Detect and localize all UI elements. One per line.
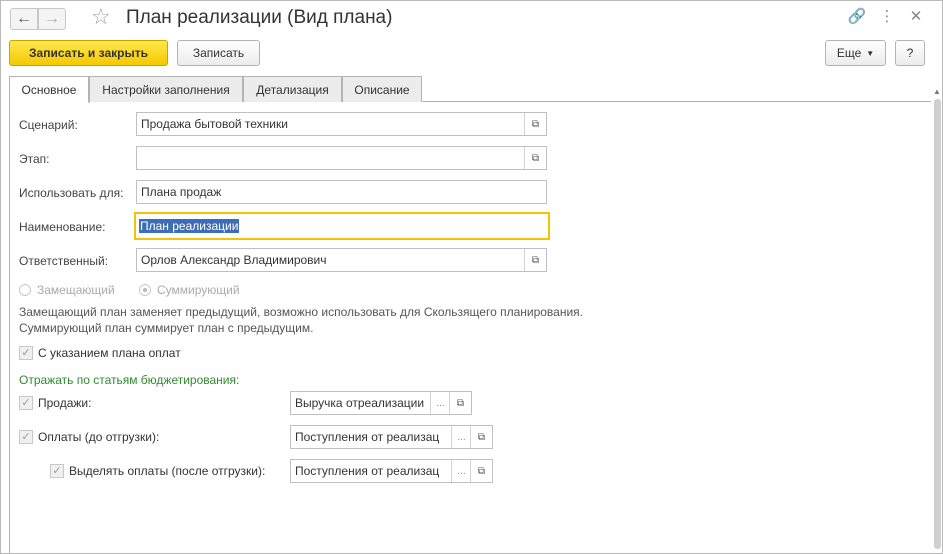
arrow-right-icon: → [44,10,60,27]
link-icon[interactable]: 🔗 [847,7,867,25]
open-form-icon[interactable]: ⧉ [524,249,546,271]
radio-replacing[interactable]: Замещающий [19,283,115,297]
use-for-field[interactable]: Плана продаж [136,180,547,204]
tab-fill-settings[interactable]: Настройки заполнения [89,76,243,102]
save-button[interactable]: Записать [177,40,260,66]
back-button[interactable]: ← [10,8,38,30]
vertical-scrollbar[interactable]: ▲ [932,87,942,553]
select-dots-button[interactable]: ... [451,460,471,482]
name-input[interactable]: План реализации [134,212,550,240]
sales-item-value: Выручка отреализации [295,396,425,410]
open-form-icon[interactable]: ⧉ [524,113,546,135]
payment-plan-label: С указанием плана оплат [38,346,181,360]
arrow-left-icon: ← [16,10,32,27]
payments-before-label: Оплаты (до отгрузки): [38,430,160,444]
open-form-icon[interactable]: ⧉ [524,147,546,169]
tab-detail[interactable]: Детализация [243,76,342,102]
save-and-close-button[interactable]: Записать и закрыть [9,40,168,66]
stage-label: Этап: [19,152,50,166]
responsible-value: Орлов Александр Владимирович [141,253,327,267]
star-icon[interactable]: ☆ [91,4,111,30]
close-icon[interactable]: ✕ [906,7,926,25]
responsible-field[interactable]: Орлов Александр Владимирович ⧉ [136,248,547,272]
scenario-label: Сценарий: [19,118,78,132]
use-for-value: Плана продаж [141,185,222,199]
radio-replacing-label: Замещающий [37,283,115,297]
radio-circle-selected [139,284,151,296]
sales-item-field[interactable]: Выручка отреализации ... ⧉ [290,391,472,415]
more-vertical-icon[interactable]: ⋮ [877,7,897,25]
payment-plan-checkbox[interactable]: ✓ С указанием плана оплат [19,346,181,360]
caret-down-icon: ▼ [866,48,875,58]
select-dots-button[interactable]: ... [451,426,471,448]
payments-after-label: Выделять оплаты (после отгрузки): [69,464,266,478]
radio-circle [19,284,31,296]
checkbox-check-icon: ✓ [19,430,33,444]
scroll-up-icon[interactable]: ▲ [932,87,942,97]
scenario-value: Продажа бытовой техники [141,117,288,131]
sales-checkbox[interactable]: ✓ Продажи: [19,396,91,410]
responsible-label: Ответственный: [19,254,109,268]
payments-before-item-value: Поступления от реализац [295,430,440,444]
plan-type-note-1: Замещающий план заменяет предыдущий, воз… [19,305,584,319]
tab-main[interactable]: Основное [9,76,89,103]
open-form-icon[interactable]: ⧉ [470,460,492,482]
checkbox-check-icon: ✓ [50,464,64,478]
title-bar: ← → ☆ План реализации (Вид плана) 🔗 ⋮ ✕ [1,1,942,35]
stage-field[interactable]: ⧉ [136,146,547,170]
select-dots-button[interactable]: ... [430,392,450,414]
more-menu-label: Еще [836,46,862,60]
payments-after-item-field[interactable]: Поступления от реализац ... ⧉ [290,459,493,483]
form-window: ← → ☆ План реализации (Вид плана) 🔗 ⋮ ✕ … [0,0,943,554]
checkbox-check-icon: ✓ [19,396,33,410]
page-title: План реализации (Вид плана) [126,7,393,28]
payments-after-checkbox[interactable]: ✓ Выделять оплаты (после отгрузки): [50,464,265,478]
name-value: План реализации [139,219,240,233]
budget-group-title: Отражать по статьям бюджетирования: [19,373,240,387]
scenario-field[interactable]: Продажа бытовой техники ⧉ [136,112,547,136]
payments-before-checkbox[interactable]: ✓ Оплаты (до отгрузки): [19,430,159,444]
open-form-icon[interactable]: ⧉ [449,392,471,414]
forward-button[interactable]: → [38,8,66,30]
payments-before-item-field[interactable]: Поступления от реализац ... ⧉ [290,425,493,449]
tab-description[interactable]: Описание [342,76,422,102]
scroll-thumb[interactable] [934,99,941,549]
more-menu-button[interactable]: Еще ▼ [825,40,886,66]
open-form-icon[interactable]: ⧉ [470,426,492,448]
use-for-label: Использовать для: [19,186,124,200]
radio-summing[interactable]: Суммирующий [139,283,240,297]
sales-label: Продажи: [38,396,92,410]
name-label: Наименование: [19,220,106,234]
payments-after-item-value: Поступления от реализац [295,464,440,478]
plan-type-note-2: Суммирующий план суммирует план с предыд… [19,321,314,335]
help-button[interactable]: ? [895,40,925,66]
checkbox-check-icon: ✓ [19,346,33,360]
radio-summing-label: Суммирующий [157,283,240,297]
